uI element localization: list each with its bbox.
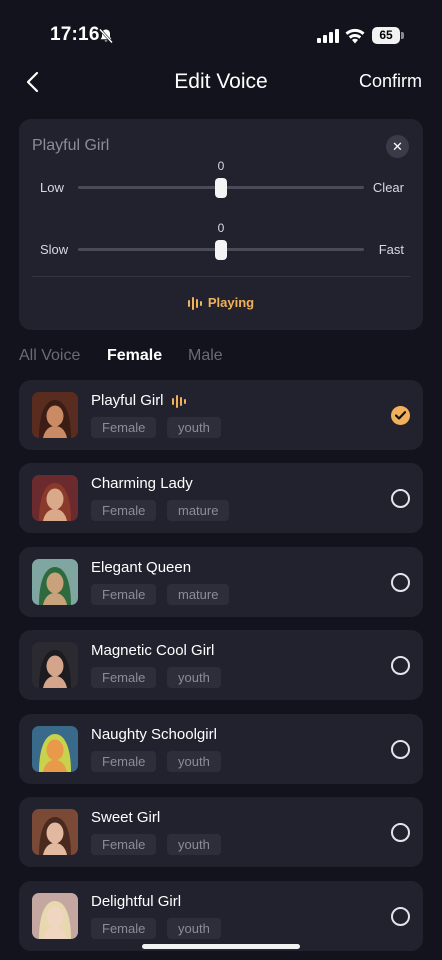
voice-card[interactable]: Sweet Girl Female youth	[19, 797, 423, 867]
voice-name-text: Charming Lady	[91, 475, 193, 492]
playing-button[interactable]: Playing	[19, 295, 423, 311]
voice-name-text: Sweet Girl	[91, 809, 161, 826]
voice-name-text: Delightful Girl	[91, 893, 182, 910]
tab-female[interactable]: Female	[107, 347, 162, 365]
tab-all-voice[interactable]: All Voice	[19, 347, 80, 365]
speed-max-label: Fast	[378, 242, 404, 257]
voice-avatar	[32, 642, 78, 688]
voice-name-text: Magnetic Cool Girl	[91, 642, 215, 659]
voice-tag: youth	[167, 667, 221, 688]
panel-divider	[32, 276, 410, 277]
voice-tag: mature	[167, 500, 230, 521]
voice-preview-panel: Playful Girl ✕ 0 Low Clear 0 Slow Fast P…	[19, 119, 423, 330]
radio-empty-icon[interactable]	[391, 489, 410, 508]
voice-avatar	[32, 392, 78, 438]
voice-tag: youth	[167, 417, 221, 438]
voice-avatar	[32, 559, 78, 605]
speed-min-label: Slow	[40, 242, 69, 257]
signal-icon	[317, 29, 339, 43]
voice-name: Naughty Schoolgirl	[91, 726, 217, 743]
radio-empty-icon[interactable]	[391, 907, 410, 926]
voice-tag: Female	[91, 918, 157, 939]
voice-card[interactable]: Charming Lady Female mature	[19, 463, 423, 533]
voice-tag: youth	[167, 751, 221, 772]
checkmark-icon[interactable]	[391, 406, 410, 425]
voice-tag: Female	[91, 500, 157, 521]
voice-avatar	[32, 809, 78, 855]
wifi-icon	[345, 28, 365, 44]
preview-voice-name: Playful Girl	[32, 137, 110, 154]
voice-card[interactable]: Playful Girl Female youth	[19, 380, 423, 450]
voice-name: Charming Lady	[91, 475, 193, 492]
radio-empty-icon[interactable]	[391, 573, 410, 592]
equalizer-icon	[187, 297, 202, 311]
voice-avatar	[32, 893, 78, 939]
voice-avatar	[32, 475, 78, 521]
speed-slider-thumb[interactable]	[215, 240, 227, 260]
voice-tag: youth	[167, 918, 221, 939]
battery-tip	[401, 32, 404, 39]
radio-empty-icon[interactable]	[391, 656, 410, 675]
voice-name-text: Elegant Queen	[91, 559, 192, 576]
radio-empty-icon[interactable]	[391, 823, 410, 842]
voice-card[interactable]: Elegant Queen Female mature	[19, 547, 423, 617]
voice-tag: Female	[91, 584, 157, 605]
battery-icon: 65	[372, 27, 400, 44]
equalizer-icon	[171, 394, 186, 408]
pitch-value: 0	[217, 159, 225, 173]
status-bar: 17:16 65	[0, 0, 442, 70]
voice-name-text: Playful Girl	[91, 392, 164, 409]
voice-card[interactable]: Magnetic Cool Girl Female youth	[19, 630, 423, 700]
battery-level: 65	[379, 28, 393, 42]
voice-tag: Female	[91, 751, 157, 772]
voice-card[interactable]: Delightful Girl Female youth	[19, 881, 423, 951]
tab-male[interactable]: Male	[188, 347, 223, 365]
status-time: 17:16	[50, 24, 100, 45]
voice-card[interactable]: Naughty Schoolgirl Female youth	[19, 714, 423, 784]
voice-avatar	[32, 726, 78, 772]
voice-tag: Female	[91, 417, 157, 438]
voice-tag: youth	[167, 834, 221, 855]
pitch-max-label: Clear	[372, 180, 404, 195]
bell-slash-icon	[99, 28, 113, 44]
voice-name-text: Naughty Schoolgirl	[91, 726, 217, 743]
voice-tag: Female	[91, 834, 157, 855]
voice-name: Magnetic Cool Girl	[91, 642, 214, 659]
voice-tag: mature	[167, 584, 230, 605]
close-icon[interactable]: ✕	[386, 135, 409, 158]
voice-name: Sweet Girl	[91, 809, 160, 826]
radio-empty-icon[interactable]	[391, 740, 410, 759]
voice-name: Playful Girl	[91, 392, 186, 409]
playing-label: Playing	[207, 295, 255, 310]
confirm-button[interactable]: Confirm	[359, 71, 422, 92]
voice-tag: Female	[91, 667, 157, 688]
pitch-min-label: Low	[40, 180, 64, 195]
voice-name: Elegant Queen	[91, 559, 191, 576]
speed-value: 0	[217, 221, 225, 235]
home-indicator	[142, 944, 300, 949]
pitch-slider-thumb[interactable]	[215, 178, 227, 198]
voice-name: Delightful Girl	[91, 893, 181, 910]
